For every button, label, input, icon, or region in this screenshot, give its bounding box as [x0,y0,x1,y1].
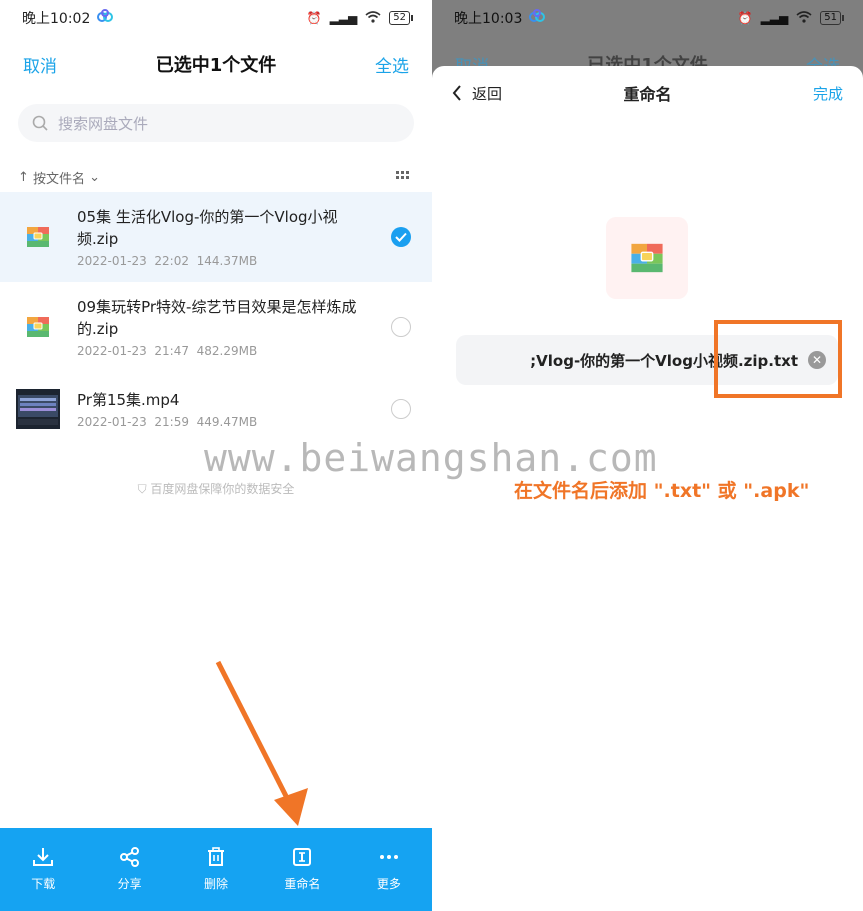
status-bar: 晚上10:02 ⏰ ▂▃▅ 52 [0,0,432,36]
delete-button[interactable]: 删除 [173,828,259,911]
chevron-down-icon[interactable]: ⌄ [85,170,100,185]
share-button[interactable]: 分享 [86,828,172,911]
selection-nav-bar: 取消 已选中1个文件 全选 [0,44,432,84]
file-meta: 2022-01-23 21:47 482.29MB [77,344,258,358]
sort-bar: ↑ 按文件名 ⌄ [18,164,410,190]
status-time: 晚上10:02 [22,11,91,27]
cancel-button[interactable]: 取消 [23,52,57,77]
download-button[interactable]: 下载 [0,828,86,911]
done-button[interactable]: 完成 [813,83,843,104]
status-bar: 晚上10:03 ⏰ ▂▃▅ 51 [432,0,863,36]
status-time: 晚上10:03 [454,11,523,27]
file-name: Pr第15集.mp4 [77,391,180,409]
file-row[interactable]: 09集玩转Pr特效-综艺节目效果是怎样炼成的.zip 2022-01-23 21… [0,282,432,372]
unchecked-checkbox[interactable] [391,317,411,337]
trash-icon [208,847,225,866]
zip-file-icon [8,225,68,249]
search-placeholder: 搜索网盘文件 [58,114,149,133]
sort-arrow-icon[interactable]: ↑ [18,170,33,185]
baidu-cloud-icon [528,9,546,27]
rename-sheet: 返回 重命名 完成 ;Vlog-你的第一个Vlog小视频.zip.txt ✕ 在… [432,66,863,911]
watermark: www.beiwangshan.com [204,436,658,480]
checkmark-icon [395,232,407,242]
download-icon [33,848,54,866]
highlight-box [714,320,842,398]
file-name: 09集玩转Pr特效-综艺节目效果是怎样炼成的.zip [77,298,357,338]
battery-indicator: 51 [820,11,844,25]
rename-nav-bar: 返回 重命名 完成 [432,78,863,108]
chevron-left-icon [452,85,461,101]
page-title: 已选中1个文件 [155,55,277,76]
file-meta: 2022-01-23 22:02 144.37MB [77,254,258,268]
search-input[interactable]: 搜索网盘文件 [18,104,414,142]
annotation-arrow [215,660,308,826]
grid-view-icon[interactable] [396,170,410,185]
baidu-cloud-icon [96,9,114,27]
wifi-icon [365,10,381,26]
alarm-icon: ⏰ [737,11,753,25]
sort-by-name-button[interactable]: 按文件名 [33,168,85,187]
rename-icon [293,848,312,866]
unchecked-checkbox[interactable] [391,399,411,419]
search-icon [32,115,48,131]
security-notice: ⛉ 百度网盘保障你的数据安全 [137,482,295,496]
signal-icon: ▂▃▅ [760,11,789,25]
more-button[interactable]: 更多 [346,828,432,911]
signal-icon: ▂▃▅ [329,11,358,25]
back-button[interactable]: 返回 [452,83,502,104]
zip-file-icon [606,217,688,299]
video-thumbnail [8,389,68,429]
rename-button[interactable]: 重命名 [259,828,345,911]
shield-icon: ⛉ [137,482,151,496]
select-all-button[interactable]: 全选 [375,52,409,77]
alarm-icon: ⏰ [306,11,322,25]
file-meta: 2022-01-23 21:59 449.47MB [77,415,258,429]
status-icons: ⏰ ▂▃▅ 52 [306,10,413,26]
instruction-text: 在文件名后添加 ".txt" 或 ".apk" [514,480,810,502]
share-icon [119,847,139,867]
zip-file-icon [8,315,68,339]
checked-checkbox[interactable] [391,227,411,247]
status-icons: ⏰ ▂▃▅ 51 [737,10,844,26]
bottom-toolbar: 下载 分享 删除 重命名 更多 [0,828,432,911]
wifi-icon [796,10,812,26]
more-icon [379,855,398,859]
file-row[interactable]: 05集 生活化Vlog-你的第一个Vlog小视频.zip 2022-01-23 … [0,192,432,282]
file-name: 05集 生活化Vlog-你的第一个Vlog小视频.zip [77,208,338,248]
battery-indicator: 52 [389,11,413,25]
